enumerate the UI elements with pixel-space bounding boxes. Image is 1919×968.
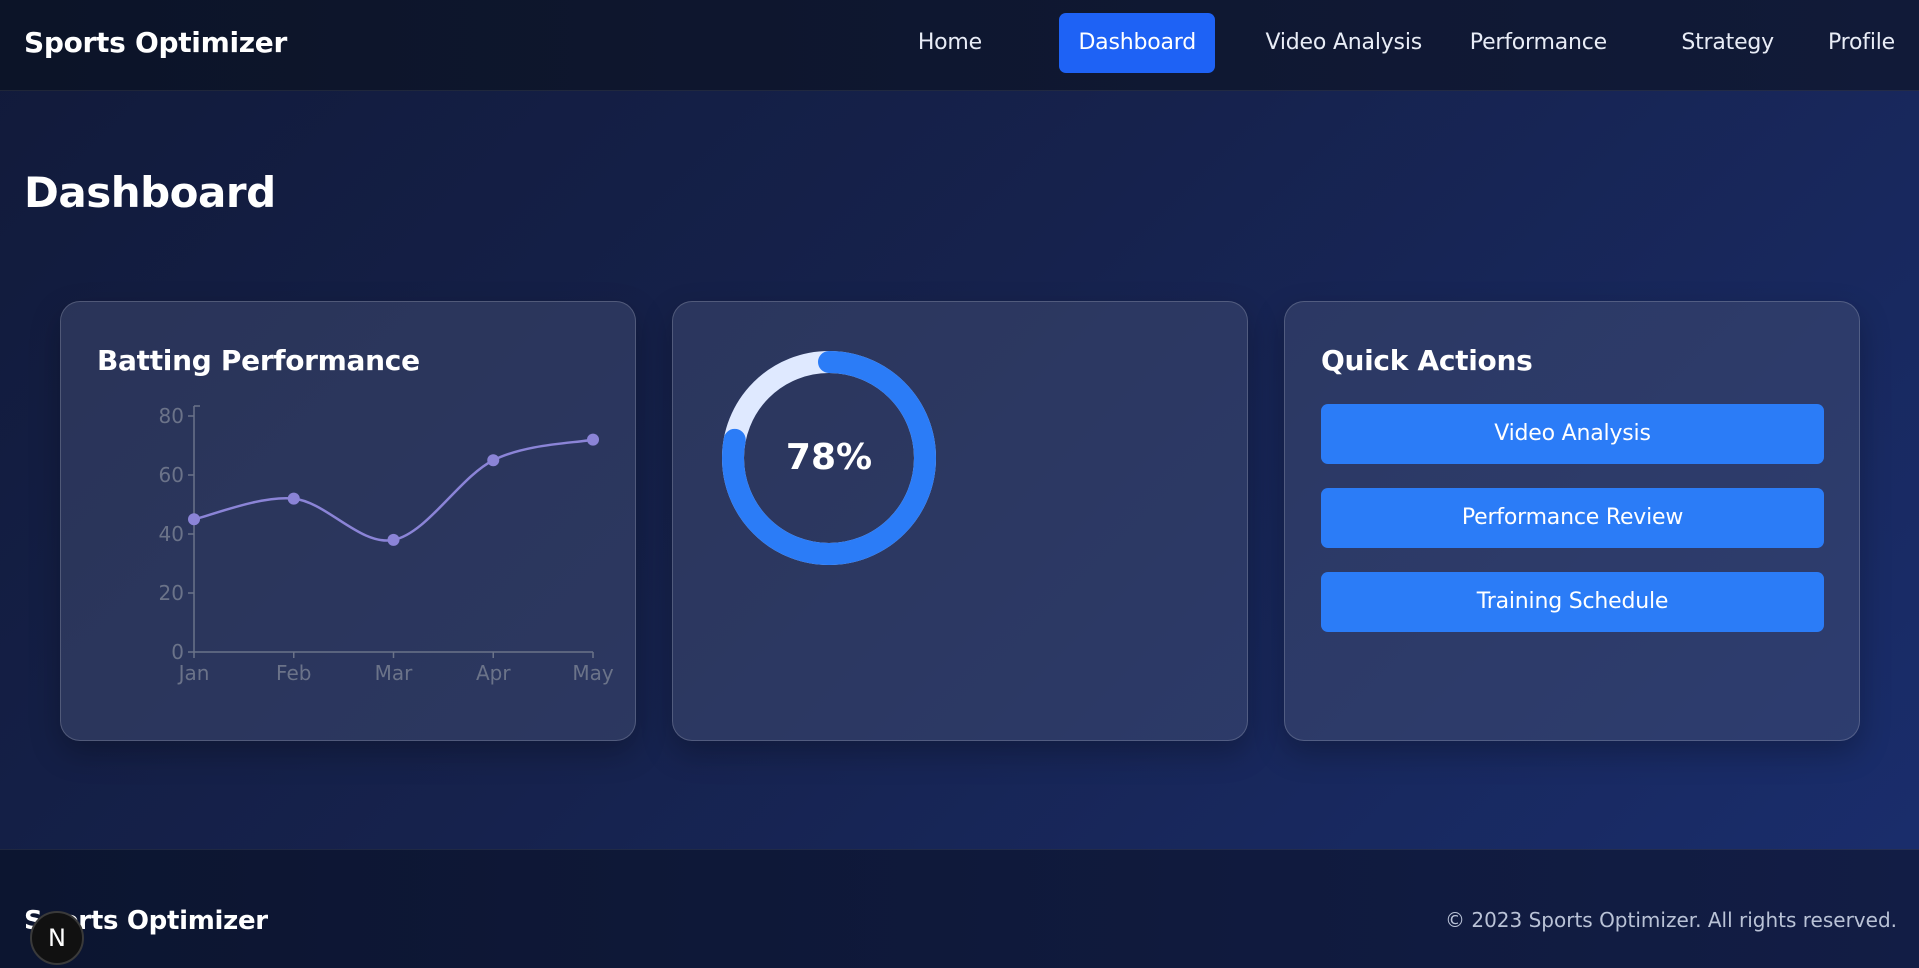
y-tick-label: 20 [159,581,184,605]
footer-copyright: © 2023 Sports Optimizer. All rights rese… [1444,908,1897,932]
data-point [487,454,500,467]
nav-strategy[interactable]: Strategy [1662,13,1793,73]
x-tick-label: Feb [276,661,311,685]
card-title: Quick Actions [1321,344,1533,377]
performance-review-button[interactable]: Performance Review [1321,488,1824,548]
nav-video-analysis[interactable]: Video Analysis [1247,13,1441,73]
x-tick-label: Apr [476,661,511,685]
progress-card: 78% [672,301,1248,741]
nav-performance[interactable]: Performance [1451,13,1626,73]
y-tick-label: 80 [159,404,184,428]
x-tick-label: Mar [375,661,414,685]
page-title: Dashboard [24,168,276,217]
x-tick-label: May [572,661,614,685]
nav-dashboard[interactable]: Dashboard [1059,13,1215,73]
x-tick-label: Jan [177,661,210,685]
training-schedule-button[interactable]: Training Schedule [1321,572,1824,632]
y-tick-label: 60 [159,463,184,487]
dev-tools-badge[interactable]: N [30,911,84,965]
progress-value: 78% [785,437,873,478]
app-brand[interactable]: Sports Optimizer [24,26,287,59]
quick-actions-card: Quick Actions Video Analysis Performance… [1284,301,1860,741]
data-point [188,513,200,526]
series-line [193,438,594,542]
data-point [287,492,300,505]
top-navbar: Sports Optimizer Home Dashboard Video An… [0,0,1919,91]
batting-performance-card: Batting Performance 0 20 40 60 80 Jan Feb Mar Ap… [60,301,636,741]
nav-profile[interactable]: Profile [1809,13,1914,73]
data-point [587,433,599,446]
y-tick-label: 40 [159,522,184,546]
batting-line-chart: 020406080Jan Feb Mar Apr May [159,404,614,685]
progress-ring: 78% [719,348,939,568]
footer: Sports Optimizer © 2023 Sports Optimizer… [0,849,1919,968]
data-point [387,533,400,546]
video-analysis-button[interactable]: Video Analysis [1321,404,1824,464]
nav-home[interactable]: Home [899,13,1001,73]
